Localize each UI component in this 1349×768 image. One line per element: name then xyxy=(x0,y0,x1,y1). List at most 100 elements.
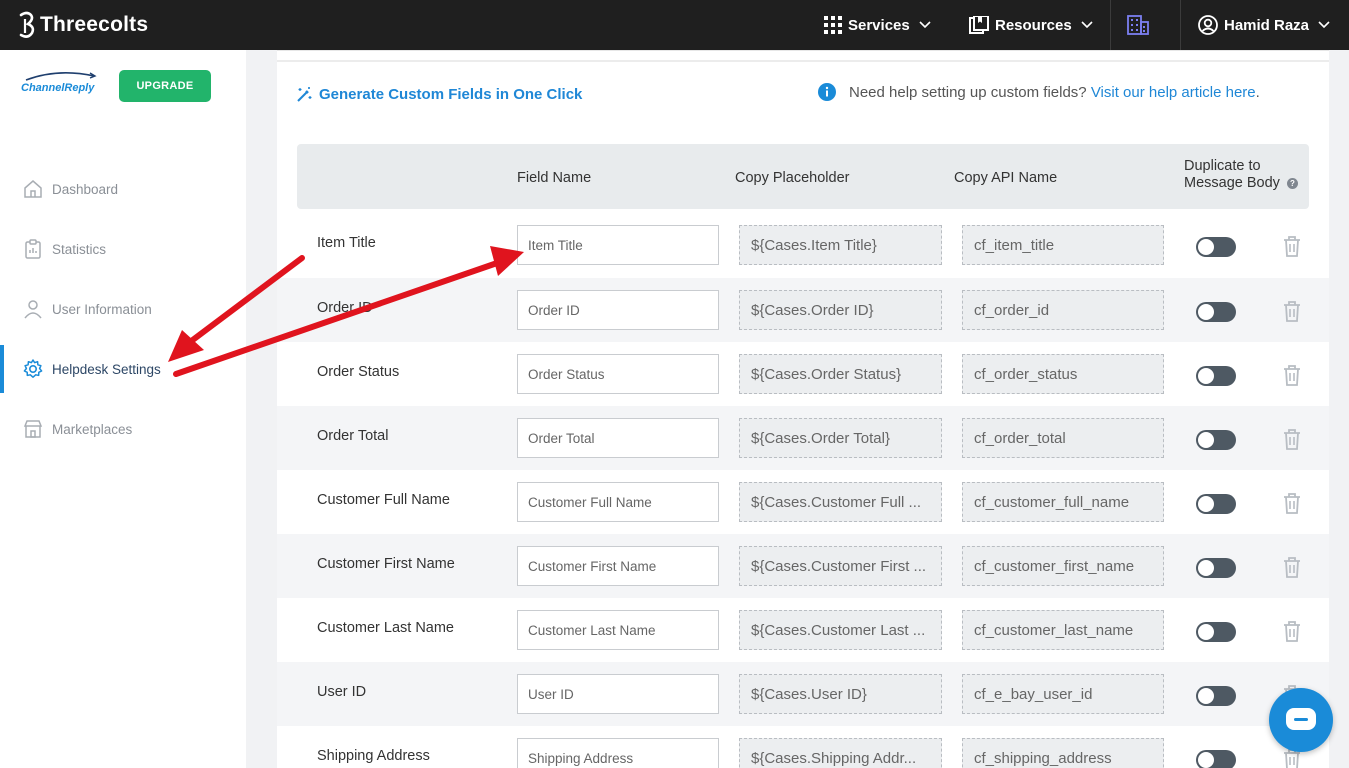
copy-api-name-box[interactable]: cf_customer_full_name xyxy=(962,482,1164,522)
resources-label: Resources xyxy=(995,16,1072,34)
grid-icon xyxy=(824,16,842,34)
sidebar-item-user-information[interactable]: User Information xyxy=(0,285,246,333)
copy-api-name-box[interactable]: cf_order_status xyxy=(962,354,1164,394)
copy-api-name-box[interactable]: cf_customer_first_name xyxy=(962,546,1164,586)
user-icon xyxy=(24,300,42,319)
sidebar-item-marketplaces[interactable]: Marketplaces xyxy=(0,405,246,453)
copy-placeholder-box[interactable]: ${Cases.Order ID} xyxy=(739,290,942,330)
duplicate-toggle[interactable] xyxy=(1196,494,1236,514)
book-icon xyxy=(969,16,989,34)
field-name-input[interactable]: Customer Full Name xyxy=(517,482,719,522)
help-text-block: Need help setting up custom fields? Visi… xyxy=(849,82,1279,103)
threecolts-logo-icon xyxy=(19,11,35,38)
table-row: Customer Full Name Customer Full Name ${… xyxy=(297,470,1329,534)
threecolts-brand[interactable]: Threecolts xyxy=(18,10,148,40)
services-menu[interactable]: Services xyxy=(824,0,931,50)
copy-placeholder-box[interactable]: ${Cases.Shipping Addr... xyxy=(739,738,942,768)
help-article-link[interactable]: Visit our help article here xyxy=(1091,84,1256,101)
chevron-down-icon xyxy=(1318,21,1330,29)
copy-placeholder-box[interactable]: ${Cases.Customer First ... xyxy=(739,546,942,586)
header-field-name: Field Name xyxy=(517,170,592,186)
copy-api-name-box[interactable]: cf_order_total xyxy=(962,418,1164,458)
home-icon xyxy=(24,180,42,198)
chevron-down-icon xyxy=(1081,21,1093,29)
user-circle-icon xyxy=(1198,15,1218,35)
duplicate-toggle[interactable] xyxy=(1196,750,1236,768)
chat-icon xyxy=(1286,708,1316,730)
organization-button[interactable] xyxy=(1127,0,1149,50)
copy-api-name-box[interactable]: cf_order_id xyxy=(962,290,1164,330)
field-label: Order Total xyxy=(317,428,389,444)
top-navigation-bar: Threecolts Services Resources Hamid Raza xyxy=(0,0,1349,50)
resources-menu[interactable]: Resources xyxy=(969,0,1093,50)
duplicate-toggle[interactable] xyxy=(1196,622,1236,642)
duplicate-toggle[interactable] xyxy=(1196,237,1236,257)
help-question-icon[interactable]: ? xyxy=(1287,177,1298,189)
sidebar-item-statistics[interactable]: Statistics xyxy=(0,225,246,273)
field-name-input[interactable]: Order ID xyxy=(517,290,719,330)
chevron-down-icon xyxy=(919,21,931,29)
user-menu[interactable]: Hamid Raza xyxy=(1198,0,1330,50)
field-name-input[interactable]: Shipping Address xyxy=(517,738,719,768)
copy-placeholder-box[interactable]: ${Cases.Item Title} xyxy=(739,225,942,265)
trash-icon[interactable] xyxy=(1283,492,1301,514)
trash-icon[interactable] xyxy=(1283,620,1301,642)
sidebar-item-helpdesk-settings[interactable]: Helpdesk Settings xyxy=(0,345,246,393)
chat-support-button[interactable] xyxy=(1269,688,1333,752)
duplicate-toggle[interactable] xyxy=(1196,366,1236,386)
nav-divider xyxy=(1180,0,1181,50)
sidebar-item-label: User Information xyxy=(52,301,152,317)
header-copy-api-name: Copy API Name xyxy=(954,170,1058,186)
copy-placeholder-box[interactable]: ${Cases.Order Total} xyxy=(739,418,942,458)
panel-divider xyxy=(277,60,1329,62)
copy-api-name-box[interactable]: cf_e_bay_user_id xyxy=(962,674,1164,714)
header-duplicate-to-message-body: Duplicate to Message Body? xyxy=(1184,158,1298,192)
field-name-input[interactable]: Customer Last Name xyxy=(517,610,719,650)
header-duplicate-label: Duplicate to Message Body xyxy=(1184,158,1280,191)
copy-placeholder-box[interactable]: ${Cases.User ID} xyxy=(739,674,942,714)
field-name-input[interactable]: Item Title xyxy=(517,225,719,265)
field-name-input[interactable]: Order Total xyxy=(517,418,719,458)
active-indicator xyxy=(0,345,4,393)
table-row: Customer Last Name Customer Last Name ${… xyxy=(297,598,1329,662)
field-label: Shipping Address xyxy=(317,748,430,764)
field-name-input[interactable]: Order Status xyxy=(517,354,719,394)
duplicate-toggle[interactable] xyxy=(1196,302,1236,322)
trash-icon[interactable] xyxy=(1283,556,1301,578)
field-label: Customer First Name xyxy=(317,556,455,572)
table-header: Field Name Copy Placeholder Copy API Nam… xyxy=(297,144,1309,209)
gear-icon xyxy=(23,359,43,378)
field-name-input[interactable]: Customer First Name xyxy=(517,546,719,586)
table-row: Order Status Order Status ${Cases.Order … xyxy=(297,342,1329,406)
generate-custom-fields-link[interactable]: Generate Custom Fields in One Click xyxy=(296,86,582,103)
help-text: Need help setting up custom fields? xyxy=(849,84,1087,101)
field-name-input[interactable]: User ID xyxy=(517,674,719,714)
services-label: Services xyxy=(848,16,910,34)
table-row: Item Title Item Title ${Cases.Item Title… xyxy=(297,213,1329,277)
channelreply-logo[interactable]: ChannelReply xyxy=(20,70,98,102)
duplicate-toggle[interactable] xyxy=(1196,686,1236,706)
trash-icon[interactable] xyxy=(1283,300,1301,322)
field-label: User ID xyxy=(317,684,367,700)
duplicate-toggle[interactable] xyxy=(1196,430,1236,450)
trash-icon[interactable] xyxy=(1283,235,1301,257)
copy-api-name-box[interactable]: cf_customer_last_name xyxy=(962,610,1164,650)
trash-icon[interactable] xyxy=(1283,364,1301,386)
copy-api-name-box[interactable]: cf_item_title xyxy=(962,225,1164,265)
trash-icon[interactable] xyxy=(1283,428,1301,450)
table-row: Order Total Order Total ${Cases.Order To… xyxy=(277,406,1329,470)
copy-placeholder-box[interactable]: ${Cases.Order Status} xyxy=(739,354,942,394)
field-label: Order ID xyxy=(317,300,373,316)
duplicate-toggle[interactable] xyxy=(1196,558,1236,578)
copy-api-name-box[interactable]: cf_shipping_address xyxy=(962,738,1164,768)
sidebar-item-label: Statistics xyxy=(52,241,107,257)
nav-divider xyxy=(1110,0,1111,50)
copy-placeholder-box[interactable]: ${Cases.Customer Full ... xyxy=(739,482,942,522)
field-label: Customer Full Name xyxy=(317,492,450,508)
sidebar-item-dashboard[interactable]: Dashboard xyxy=(0,165,246,213)
copy-placeholder-box[interactable]: ${Cases.Customer Last ... xyxy=(739,610,942,650)
header-copy-placeholder: Copy Placeholder xyxy=(735,170,850,186)
upgrade-button[interactable]: UPGRADE xyxy=(119,70,211,102)
magic-wand-icon xyxy=(297,87,312,102)
clipboard-icon xyxy=(25,239,41,259)
